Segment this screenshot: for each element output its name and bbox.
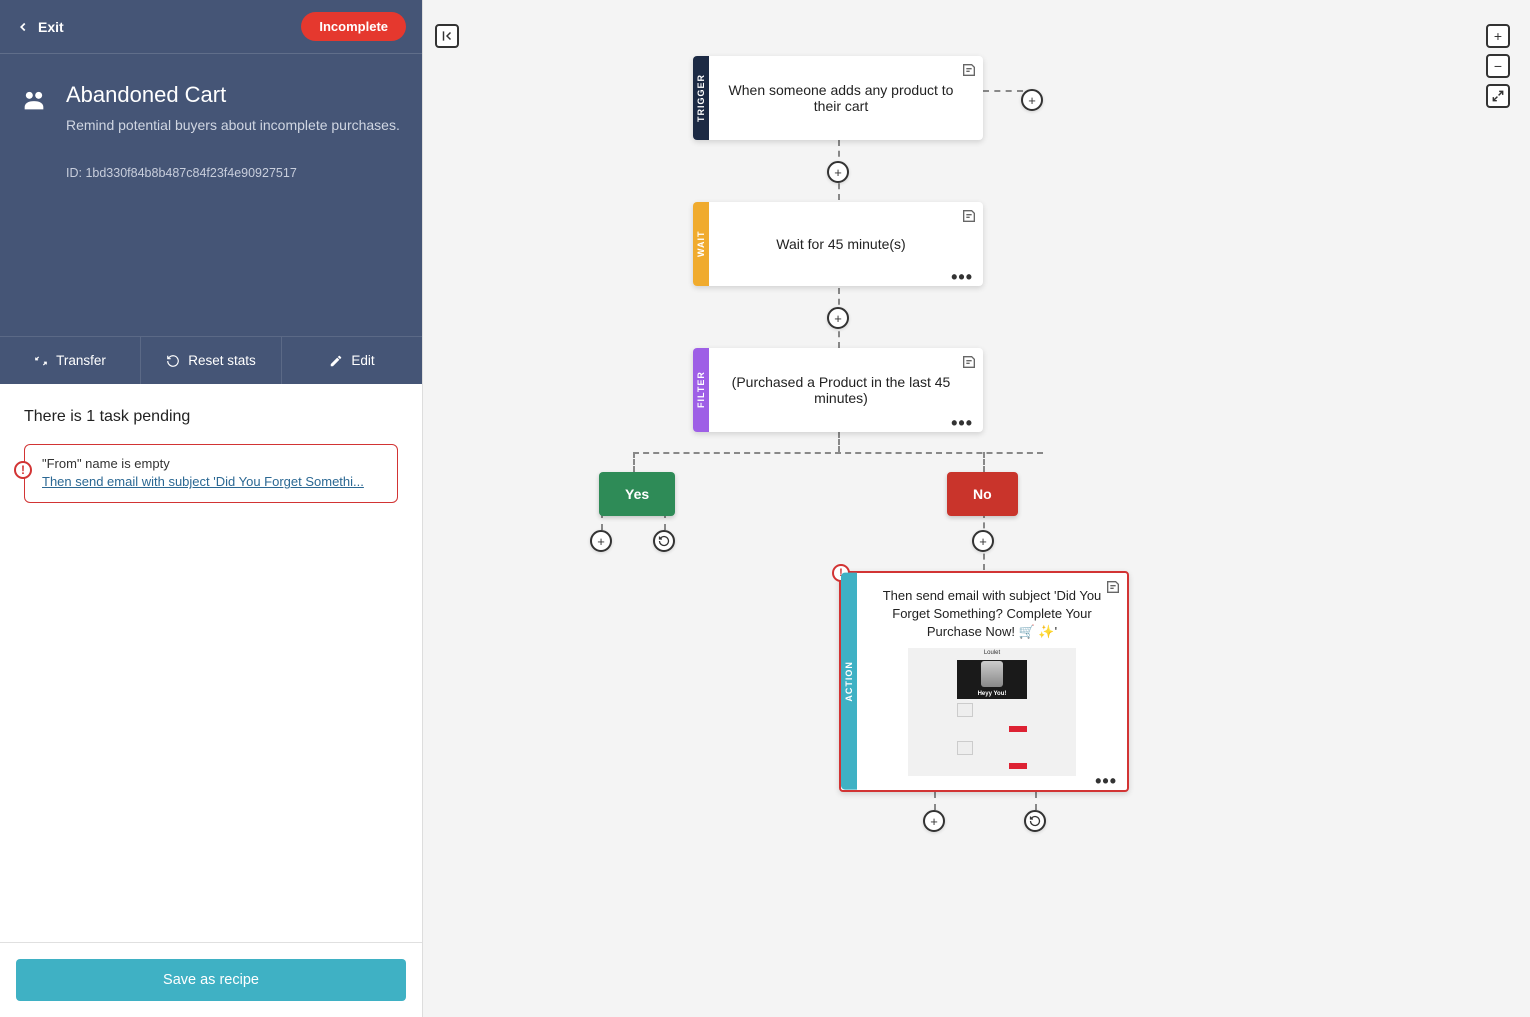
- transfer-icon: [34, 354, 48, 368]
- sidebar-footer: Save as recipe: [0, 942, 422, 1017]
- edit-label: Edit: [351, 353, 374, 368]
- title-block: Abandoned Cart Remind potential buyers a…: [0, 54, 422, 204]
- add-step-button[interactable]: +: [923, 810, 945, 832]
- flow-container: TRIGGER When someone adds any product to…: [423, 0, 1530, 1017]
- pending-title: There is 1 task pending: [24, 408, 398, 426]
- exit-button[interactable]: Exit: [16, 19, 64, 35]
- trigger-text: When someone adds any product to their c…: [727, 82, 955, 114]
- flow-id: ID: 1bd330f84b8b487c84f23f4e90927517: [66, 166, 400, 180]
- flow-description: Remind potential buyers about incomplete…: [66, 116, 400, 134]
- filter-text: (Purchased a Product in the last 45 minu…: [727, 374, 955, 406]
- loop-button[interactable]: [653, 530, 675, 552]
- arrow-left-icon: [16, 20, 30, 34]
- add-step-button[interactable]: +: [590, 530, 612, 552]
- canvas[interactable]: + − TRIGGER: [423, 0, 1530, 1017]
- note-icon[interactable]: [961, 208, 977, 227]
- alert-icon: !: [14, 461, 32, 479]
- connector: [983, 90, 1023, 92]
- preview-brand: Loulet: [984, 650, 1000, 656]
- exit-label: Exit: [38, 19, 64, 35]
- sidebar-header: Exit Incomplete Abandoned Cart Remind po…: [0, 0, 422, 384]
- add-step-button[interactable]: +: [827, 307, 849, 329]
- filter-node[interactable]: FILTER (Purchased a Product in the last …: [693, 348, 983, 432]
- connector: [934, 792, 936, 810]
- trigger-node[interactable]: TRIGGER When someone adds any product to…: [693, 56, 983, 140]
- warning-line: "From" name is empty: [42, 455, 364, 473]
- transfer-button[interactable]: Transfer: [0, 337, 141, 384]
- warning-card[interactable]: ! "From" name is empty Then send email w…: [24, 444, 398, 502]
- preview-headline: Heyy You!: [976, 689, 1009, 699]
- connector: [838, 432, 840, 452]
- cart-recovery-icon: [20, 86, 48, 114]
- node-menu-button[interactable]: •••: [951, 420, 973, 426]
- trigger-tag: TRIGGER: [693, 56, 709, 140]
- wait-tag: WAIT: [693, 202, 709, 286]
- node-menu-button[interactable]: •••: [951, 274, 973, 280]
- reset-stats-button[interactable]: Reset stats: [141, 337, 282, 384]
- exit-row: Exit Incomplete: [0, 0, 422, 54]
- action-tag: ACTION: [841, 573, 857, 790]
- flow-title: Abandoned Cart: [66, 82, 400, 108]
- add-step-button[interactable]: +: [827, 161, 849, 183]
- branch-no[interactable]: No: [947, 472, 1018, 516]
- note-icon[interactable]: [961, 62, 977, 81]
- action-text: Then send email with subject 'Did You Fo…: [875, 587, 1109, 642]
- connector: [1035, 792, 1037, 810]
- warning-link[interactable]: Then send email with subject 'Did You Fo…: [42, 474, 364, 489]
- branch-yes[interactable]: Yes: [599, 472, 675, 516]
- title-text: Abandoned Cart Remind potential buyers a…: [66, 82, 400, 180]
- connector: [633, 452, 635, 472]
- add-step-button[interactable]: +: [972, 530, 994, 552]
- email-preview: Loulet Heyy You!: [908, 648, 1076, 776]
- wait-text: Wait for 45 minute(s): [776, 236, 905, 252]
- sidebar: Exit Incomplete Abandoned Cart Remind po…: [0, 0, 423, 1017]
- sidebar-spacer: [0, 204, 422, 336]
- pencil-icon: [329, 354, 343, 368]
- tab-row: Transfer Reset stats Edit: [0, 336, 422, 384]
- note-icon[interactable]: [961, 354, 977, 373]
- reset-icon: [166, 354, 180, 368]
- loop-button[interactable]: [1024, 810, 1046, 832]
- note-icon[interactable]: [1105, 579, 1121, 598]
- filter-tag: FILTER: [693, 348, 709, 432]
- reset-label: Reset stats: [188, 353, 256, 368]
- wait-node[interactable]: WAIT Wait for 45 minute(s) •••: [693, 202, 983, 286]
- save-recipe-button[interactable]: Save as recipe: [16, 959, 406, 1001]
- connector: [983, 452, 985, 472]
- add-parallel-button[interactable]: +: [1021, 89, 1043, 111]
- node-menu-button[interactable]: •••: [1095, 778, 1117, 784]
- pending-section: There is 1 task pending ! "From" name is…: [0, 384, 422, 942]
- connector: [633, 452, 1043, 454]
- action-node[interactable]: ! ACTION Then send email with subject 'D…: [839, 571, 1129, 792]
- transfer-label: Transfer: [56, 353, 106, 368]
- warning-text: "From" name is empty Then send email wit…: [42, 455, 364, 491]
- status-badge: Incomplete: [301, 12, 406, 41]
- edit-button[interactable]: Edit: [282, 337, 422, 384]
